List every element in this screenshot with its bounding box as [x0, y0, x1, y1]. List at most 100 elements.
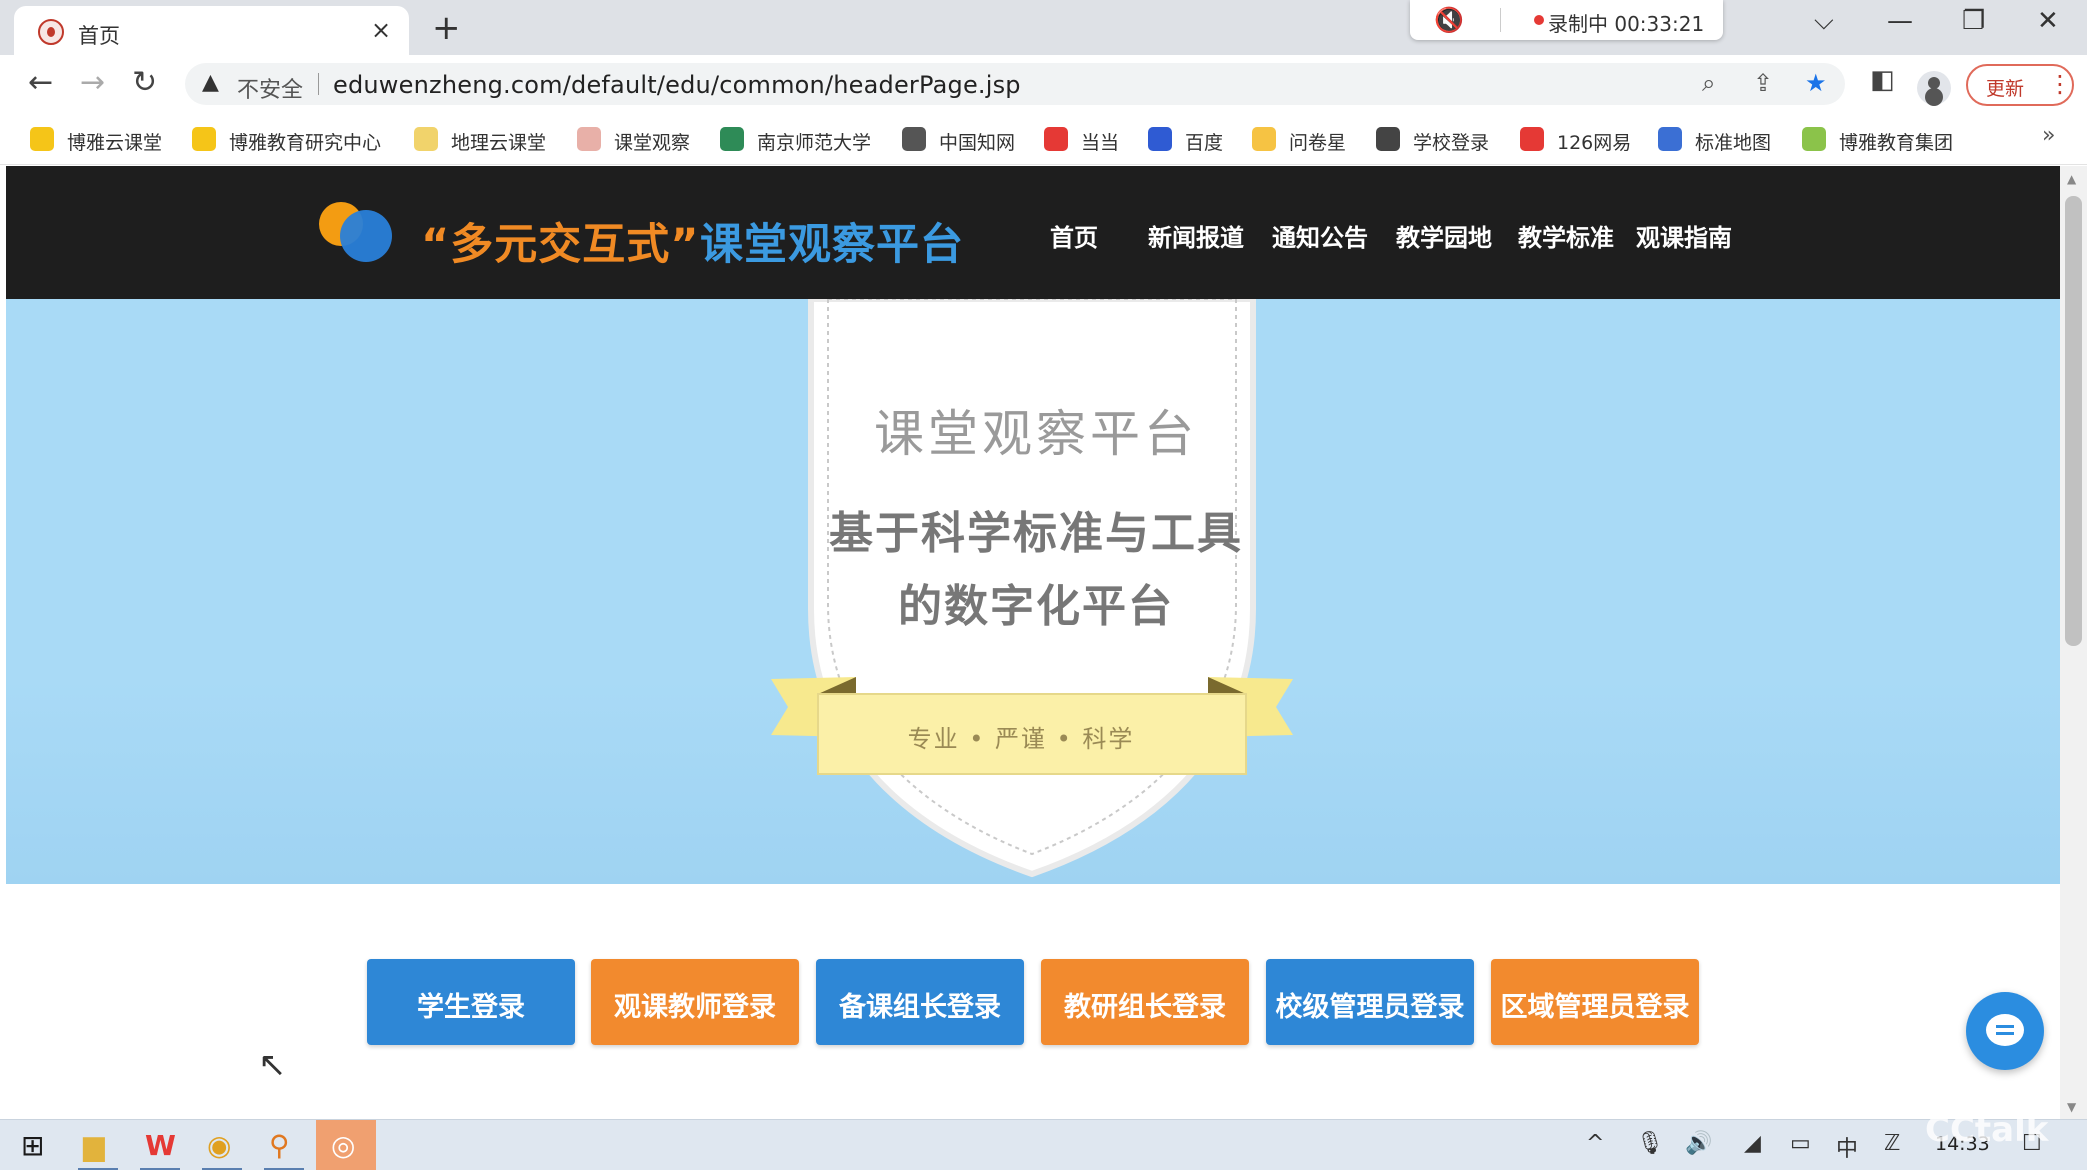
microphone-icon[interactable]: 🎙: [1636, 1131, 1664, 1156]
tab-favicon-icon: [38, 19, 64, 45]
bookmark-label: 中国知网: [939, 132, 1016, 154]
ribbon-motto: 专业 • 严谨 • 科学: [907, 725, 1135, 753]
taskbar-chrome[interactable]: ◉: [192, 1120, 252, 1170]
bookmark-label: 126网易: [1557, 132, 1632, 154]
bookmark-label: 南京师范大学: [757, 132, 872, 154]
address-divider: [318, 73, 319, 95]
address-bar[interactable]: ▲ 不安全 eduwenzheng.com/default/edu/common…: [185, 63, 1845, 105]
shield-title: 课堂观察平台: [874, 405, 1198, 463]
bookmark-favicon-icon: [192, 127, 216, 151]
taskbar-recorder[interactable]: ◎: [316, 1120, 376, 1170]
observer-teacher-login-button[interactable]: 观课教师登录: [591, 959, 799, 1045]
not-secure-warning-icon[interactable]: ▲: [202, 70, 219, 95]
site-title-platform: 课堂观察平台: [700, 220, 964, 270]
bookmark-favicon-icon: [720, 127, 744, 151]
nav-item-news[interactable]: 新闻报道: [1148, 218, 1244, 253]
windows-start-icon: ⊞: [21, 1129, 45, 1162]
back-button[interactable]: ←: [28, 65, 53, 100]
bookmark-label: 标准地图: [1695, 132, 1772, 154]
browser-tab-home[interactable]: 首页 ×: [14, 6, 409, 55]
login-button-label: 校级管理员登录: [1275, 992, 1465, 1023]
site-title-quoted: “多元交互式”: [421, 220, 700, 270]
nav-item-notices[interactable]: 通知公告: [1272, 218, 1368, 253]
restore-button[interactable]: ❐: [1962, 6, 1985, 36]
bookmark-favicon-icon: [1044, 127, 1068, 151]
not-secure-label[interactable]: 不安全: [237, 72, 303, 104]
login-button-label: 备课组长登录: [839, 992, 1001, 1023]
bookmark-label: 学校登录: [1413, 132, 1490, 154]
update-button[interactable]: 更新 ⋮: [1966, 64, 2074, 106]
bookmark-favicon-icon: [1148, 127, 1172, 151]
nav-item-teaching-standards[interactable]: 教学标准: [1518, 218, 1614, 253]
folder-icon: ▆: [83, 1129, 105, 1162]
bookmark-favicon-icon: [414, 127, 438, 151]
login-button-label: 学生登录: [417, 992, 525, 1023]
recorder-divider: [1500, 8, 1501, 32]
scroll-up-icon[interactable]: ▲: [2067, 172, 2076, 186]
taskbar-search-tool[interactable]: ⚲: [254, 1120, 314, 1170]
bookmark-favicon-icon: [1520, 127, 1544, 151]
screen-recorder-bar: 🔇 录制中 00:33:21: [1410, 0, 1723, 40]
bookmark-star-icon[interactable]: ★: [1805, 69, 1827, 97]
ime-mode-icon[interactable]: ℤ: [1884, 1131, 1900, 1156]
scrollbar-thumb[interactable]: [2065, 196, 2082, 646]
chrome-icon: ◉: [207, 1129, 232, 1162]
bookmark-label: 当当: [1081, 132, 1120, 154]
chat-bubble-icon: [1986, 1014, 2024, 1046]
bookmark-label: 百度: [1185, 132, 1224, 154]
update-label: 更新: [1986, 78, 2025, 100]
nav-item-observation-guide[interactable]: 观课指南: [1636, 218, 1732, 253]
volume-icon[interactable]: 🔊: [1685, 1131, 1712, 1156]
taskbar-wps[interactable]: W: [130, 1120, 190, 1170]
more-menu-icon: ⋮: [2048, 70, 2072, 98]
reload-button[interactable]: ↻: [132, 65, 157, 100]
login-button-label: 观课教师登录: [614, 992, 776, 1023]
close-tab-icon[interactable]: ×: [371, 16, 391, 44]
bookmark-favicon-icon: [1658, 127, 1682, 151]
taskbar-file-explorer[interactable]: ▆: [68, 1120, 128, 1170]
chat-support-button[interactable]: [1966, 992, 2044, 1070]
page-scrollbar[interactable]: ▲ ▼: [2060, 166, 2087, 1119]
minimize-button[interactable]: —: [1887, 6, 1913, 36]
bookmark-favicon-icon: [30, 127, 54, 151]
bookmark-favicon-icon: [1802, 127, 1826, 151]
bookmarks-overflow-icon[interactable]: »: [2042, 123, 2055, 148]
nav-item-teaching-garden[interactable]: 教学园地: [1396, 218, 1492, 253]
school-admin-login-button[interactable]: 校级管理员登录: [1266, 959, 1474, 1045]
windows-taskbar: ⊞ ▆ W ◉ ⚲ ◎ ^ 🎙 🔊 ◢ ▭ 中 ℤ 14:33 ☐: [0, 1119, 2087, 1170]
hero-line-2: 的数字化平台: [898, 581, 1174, 632]
cctalk-watermark: CCtalk: [1925, 1110, 2049, 1150]
profile-avatar-icon[interactable]: [1917, 71, 1951, 105]
lesson-prep-leader-login-button[interactable]: 备课组长登录: [816, 959, 1024, 1045]
recorder-app-icon: ◎: [331, 1129, 356, 1162]
close-window-button[interactable]: ✕: [2037, 6, 2059, 36]
side-panel-icon[interactable]: ◧: [1870, 65, 1895, 95]
share-icon[interactable]: ⇪: [1753, 69, 1773, 97]
input-method-icon[interactable]: 中: [1836, 1131, 1858, 1163]
scroll-down-icon[interactable]: ▼: [2067, 1100, 2076, 1114]
student-login-button[interactable]: 学生登录: [367, 959, 575, 1045]
magnifier-icon: ⚲: [269, 1129, 290, 1162]
zoom-icon[interactable]: ⌕: [1702, 69, 1715, 97]
hero-banner: 课堂观察平台 基于科学标准与工具 的数字化平台 专业 • 严谨 • 科学: [6, 299, 2060, 884]
battery-icon[interactable]: ▭: [1790, 1131, 1811, 1156]
login-button-label: 教研组长登录: [1064, 992, 1226, 1023]
network-icon[interactable]: ◢: [1744, 1131, 1761, 1156]
start-button[interactable]: ⊞: [6, 1120, 66, 1170]
mouse-cursor-icon: ↖: [258, 1045, 287, 1085]
browser-tab-strip: 首页 × + 🔇 录制中 00:33:21 ⌵ — ❐ ✕: [0, 0, 2087, 55]
tab-search-icon[interactable]: ⌵: [1814, 6, 1834, 37]
bookmark-label: 博雅教育集团: [1839, 132, 1954, 154]
tray-overflow-chevron-icon[interactable]: ^: [1586, 1131, 1604, 1156]
bookmark-favicon-icon: [1376, 127, 1400, 151]
speaker-muted-icon[interactable]: 🔇: [1434, 6, 1464, 34]
research-leader-login-button[interactable]: 教研组长登录: [1041, 959, 1249, 1045]
url-text[interactable]: eduwenzheng.com/default/edu/common/heade…: [333, 71, 1021, 99]
logo-icon-secondary: [340, 210, 392, 262]
hero-line-1: 基于科学标准与工具: [829, 508, 1243, 559]
nav-item-home[interactable]: 首页: [1050, 218, 1098, 253]
regional-admin-login-button[interactable]: 区域管理员登录: [1491, 959, 1699, 1045]
bookmark-label: 课堂观察: [614, 132, 691, 154]
new-tab-button[interactable]: +: [432, 8, 461, 48]
forward-button[interactable]: →: [80, 65, 105, 100]
